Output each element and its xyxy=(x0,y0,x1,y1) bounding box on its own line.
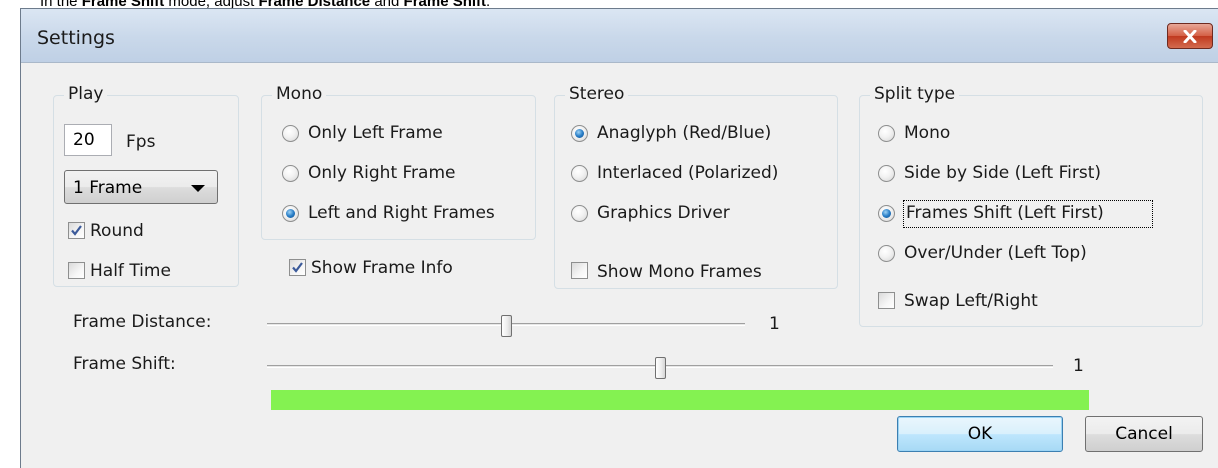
frame-shift-value: 1 xyxy=(1073,356,1084,376)
half-time-label: Half Time xyxy=(90,261,171,281)
settings-dialog: Settings Play 20 Fps 1 Frame Round Half … xyxy=(20,8,1218,468)
label-side-by-side: Side by Side (Left First) xyxy=(904,163,1102,183)
slider-thumb[interactable] xyxy=(501,315,512,337)
label-frames-shift: Frames Shift (Left First) xyxy=(906,203,1104,223)
label-left-and-right-frames: Left and Right Frames xyxy=(308,203,495,223)
close-icon xyxy=(1183,30,1197,43)
frame-distance-label: Frame Distance: xyxy=(73,312,212,332)
round-checkbox[interactable] xyxy=(68,222,85,239)
label-split-mono: Mono xyxy=(904,123,951,143)
fps-label: Fps xyxy=(126,132,156,152)
show-mono-frames-label: Show Mono Frames xyxy=(597,262,762,282)
half-time-checkbox[interactable] xyxy=(68,262,85,279)
play-group: Play 20 Fps 1 Frame Round Half Time xyxy=(53,84,239,287)
radio-only-left-frame[interactable] xyxy=(282,125,299,142)
show-frame-info-checkbox[interactable] xyxy=(289,259,306,276)
play-legend: Play xyxy=(64,84,108,104)
title-bar[interactable]: Settings xyxy=(21,9,1218,63)
radio-anaglyph[interactable] xyxy=(571,125,588,142)
label-over-under: Over/Under (Left Top) xyxy=(904,243,1087,263)
show-mono-frames-checkbox[interactable] xyxy=(571,262,588,279)
slider-thumb[interactable] xyxy=(655,357,666,379)
label-interlaced: Interlaced (Polarized) xyxy=(597,163,779,183)
split-type-legend: Split type xyxy=(870,84,960,104)
progress-bar xyxy=(271,390,1089,410)
frame-distance-slider[interactable] xyxy=(267,315,745,337)
radio-graphics-driver[interactable] xyxy=(571,205,588,222)
frames-dropdown-value: 1 Frame xyxy=(73,178,143,198)
split-type-group: Split type Mono Side by Side (Left First… xyxy=(859,84,1203,327)
radio-only-right-frame[interactable] xyxy=(282,165,299,182)
chevron-down-icon xyxy=(191,185,205,192)
radio-over-under[interactable] xyxy=(878,245,895,262)
stereo-group: Stereo Anaglyph (Red/Blue) Interlaced (P… xyxy=(554,84,838,289)
stereo-legend: Stereo xyxy=(565,84,629,104)
round-label: Round xyxy=(90,221,144,241)
label-anaglyph: Anaglyph (Red/Blue) xyxy=(597,123,772,143)
radio-interlaced[interactable] xyxy=(571,165,588,182)
swap-left-right-checkbox[interactable] xyxy=(878,292,895,309)
frame-shift-slider[interactable] xyxy=(267,357,1053,379)
label-only-left-frame: Only Left Frame xyxy=(308,123,443,143)
close-button[interactable] xyxy=(1167,23,1213,49)
radio-frames-shift[interactable] xyxy=(878,205,895,222)
fps-input[interactable]: 20 xyxy=(64,124,112,156)
label-graphics-driver: Graphics Driver xyxy=(597,203,730,223)
mono-group: Mono Only Left Frame Only Right Frame Le… xyxy=(261,84,536,240)
checkmark-icon xyxy=(71,225,82,236)
frame-distance-value: 1 xyxy=(769,314,780,334)
show-frame-info-label: Show Frame Info xyxy=(311,258,453,278)
mono-legend: Mono xyxy=(272,84,327,104)
radio-left-and-right-frames[interactable] xyxy=(282,205,299,222)
cancel-button[interactable]: Cancel xyxy=(1085,416,1203,452)
window-title: Settings xyxy=(37,27,115,49)
frame-shift-label: Frame Shift: xyxy=(73,354,176,374)
swap-left-right-label: Swap Left/Right xyxy=(904,291,1038,311)
ok-button[interactable]: OK xyxy=(897,416,1063,452)
checkmark-icon xyxy=(292,262,303,273)
label-only-right-frame: Only Right Frame xyxy=(308,163,456,183)
radio-split-mono[interactable] xyxy=(878,125,895,142)
frames-dropdown[interactable]: 1 Frame xyxy=(64,170,218,204)
radio-side-by-side[interactable] xyxy=(878,165,895,182)
